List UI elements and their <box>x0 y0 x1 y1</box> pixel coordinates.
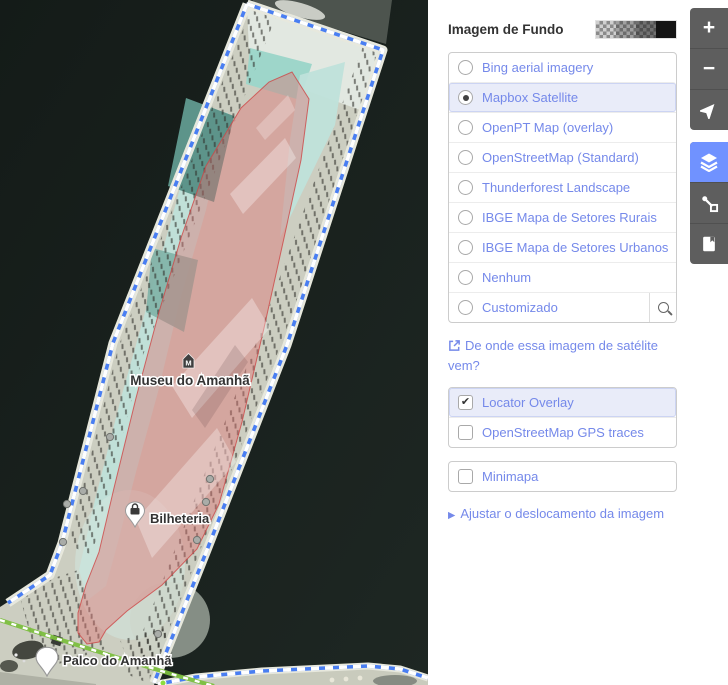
minimap-toggle[interactable]: Minimapa <box>449 462 676 491</box>
map-data-button[interactable] <box>690 182 728 223</box>
imagery-source-item[interactable]: OpenPT Map (overlay) <box>449 112 676 142</box>
disclosure-triangle-icon: ▶ <box>448 510 455 521</box>
overlay-item[interactable]: Locator Overlay <box>449 388 676 417</box>
opacity-swatch[interactable] <box>636 21 656 38</box>
radio-icon <box>458 120 473 135</box>
source-label: Customizado <box>482 300 558 315</box>
overlay-label: OpenStreetMap GPS traces <box>482 425 644 440</box>
opacity-swatch[interactable] <box>596 21 616 38</box>
source-label: Mapbox Satellite <box>482 90 578 105</box>
geolocate-button[interactable] <box>690 89 728 130</box>
overlay-list: Locator Overlay OpenStreetMap GPS traces <box>448 387 677 448</box>
map-data-icon <box>700 194 719 213</box>
imagery-source-item[interactable]: Customizado <box>449 292 676 322</box>
radio-icon <box>458 180 473 195</box>
imagery-source-item[interactable]: Bing aerial imagery <box>449 53 676 82</box>
zoom-in-button[interactable]: + <box>690 8 728 48</box>
imagery-info-link[interactable]: De onde essa imagem de satélite vem? <box>448 336 677 376</box>
checkbox-icon <box>458 425 473 440</box>
label-bilheteria: Bilheteria <box>150 511 210 526</box>
map-canvas[interactable]: M Museu do Amanhã Bilheteria Palco do Am… <box>0 0 428 685</box>
svg-text:M: M <box>185 359 191 368</box>
opacity-selector[interactable] <box>595 20 677 39</box>
radio-icon <box>458 240 473 255</box>
radio-icon <box>458 60 473 75</box>
imagery-source-list: Bing aerial imagery Mapbox Satellite OpenP… <box>448 52 677 323</box>
imagery-info-label: De onde essa imagem de satélite vem? <box>448 338 658 373</box>
overlay-label: Locator Overlay <box>482 395 574 410</box>
zoom-control-group: + − <box>690 8 728 130</box>
source-label: IBGE Mapa de Setores Rurais <box>482 210 657 225</box>
imagery-source-item[interactable]: Thunderforest Landscape <box>449 172 676 202</box>
imagery-source-item[interactable]: IBGE Mapa de Setores Rurais <box>449 202 676 232</box>
overlay-item[interactable]: OpenStreetMap GPS traces <box>449 417 676 447</box>
imagery-source-item[interactable]: IBGE Mapa de Setores Urbanos <box>449 232 676 262</box>
minimap-box: Minimapa <box>448 461 677 492</box>
source-label: OpenPT Map (overlay) <box>482 120 613 135</box>
source-label: Thunderforest Landscape <box>482 180 630 195</box>
background-pane: Imagem de Fundo Bing aerial imagery Mapbo… <box>428 0 728 685</box>
background-settings-button[interactable] <box>690 142 728 182</box>
source-label: IBGE Mapa de Setores Urbanos <box>482 240 668 255</box>
imagery-source-item[interactable]: OpenStreetMap (Standard) <box>449 142 676 172</box>
search-icon <box>658 302 669 313</box>
radio-icon <box>458 150 473 165</box>
zoom-out-button[interactable]: − <box>690 48 728 89</box>
radio-icon <box>458 210 473 225</box>
overlay-label: Minimapa <box>482 469 538 484</box>
adjust-offset-link[interactable]: ▶ Ajustar o deslocamento da imagem <box>448 506 677 521</box>
panel-toggle-group <box>690 142 728 264</box>
opacity-swatch[interactable] <box>656 21 676 38</box>
geolocate-icon <box>700 101 718 119</box>
imagery-source-item[interactable]: Mapbox Satellite <box>449 82 676 112</box>
checkbox-icon <box>458 395 473 410</box>
label-museu: Museu do Amanhã <box>130 373 250 388</box>
checkbox-icon <box>458 469 473 484</box>
custom-imagery-search-button[interactable] <box>649 293 676 322</box>
opacity-swatch[interactable] <box>616 21 636 38</box>
layers-icon <box>699 152 719 172</box>
external-link-icon <box>448 339 461 352</box>
source-label: Nenhum <box>482 270 531 285</box>
radio-icon <box>458 270 473 285</box>
radio-icon <box>458 300 473 315</box>
radio-icon <box>458 90 473 105</box>
source-label: Bing aerial imagery <box>482 60 593 75</box>
source-label: OpenStreetMap (Standard) <box>482 150 639 165</box>
adjust-offset-label: Ajustar o deslocamento da imagem <box>460 506 664 521</box>
label-palco: Palco do Amanhã <box>63 653 172 668</box>
map-toolbar: + − <box>690 8 728 264</box>
imagery-source-item[interactable]: Nenhum <box>449 262 676 292</box>
pane-title: Imagem de Fundo <box>448 22 564 37</box>
book-icon <box>700 235 718 253</box>
help-button[interactable] <box>690 223 728 264</box>
